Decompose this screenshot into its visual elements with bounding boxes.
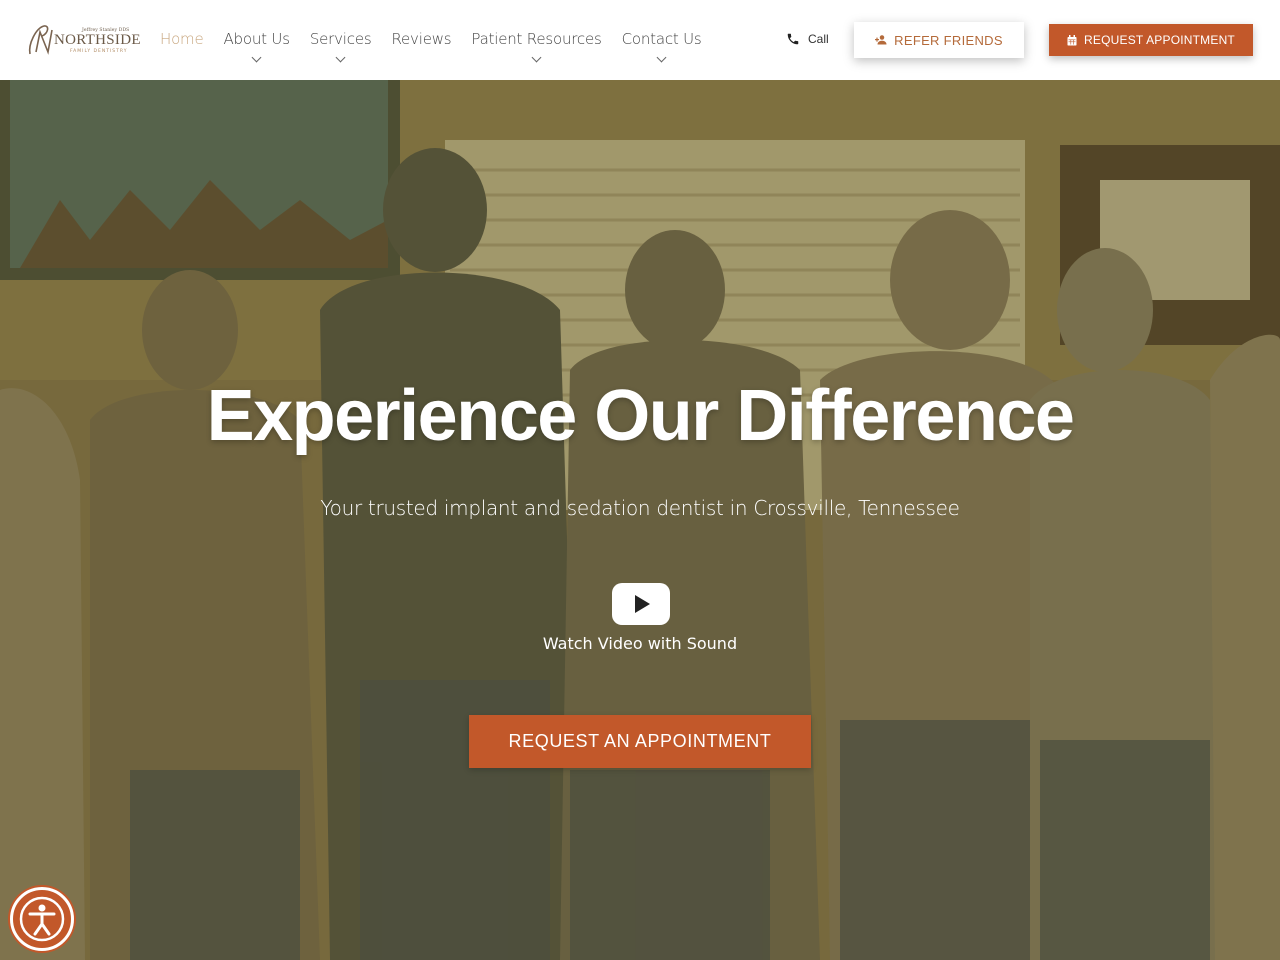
nav-item-label: Contact Us bbox=[621, 30, 702, 48]
hero-subtitle: Your trusted implant and sedation dentis… bbox=[320, 496, 960, 520]
chevron-down-icon[interactable] bbox=[335, 52, 346, 63]
nav-item-patient-resources[interactable]: Patient Resources bbox=[471, 30, 602, 63]
hero-color-overlay bbox=[0, 80, 1280, 960]
main-nav: Home About Us Services Reviews Patient R… bbox=[160, 30, 722, 63]
logo-monogram-icon bbox=[28, 25, 53, 55]
nav-item-label: About Us bbox=[223, 30, 291, 48]
hero-section: Experience Our Difference Your trusted i… bbox=[0, 80, 1280, 960]
refer-friends-label: REFER FRIENDS bbox=[894, 32, 1003, 48]
request-appointment-label: REQUEST APPOINTMENT bbox=[1084, 33, 1235, 47]
logo-practice-name: NORTHSIDE bbox=[54, 32, 141, 48]
nav-item-label: Services bbox=[309, 30, 372, 48]
nav-item-contact-us[interactable]: Contact Us bbox=[621, 30, 702, 63]
northside-logo[interactable]: Jeffrey Stanley DDS NORTHSIDE FAMILY DEN… bbox=[26, 22, 140, 60]
accessibility-icon bbox=[19, 896, 65, 942]
chevron-down-icon[interactable] bbox=[656, 52, 667, 63]
logo-tagline: FAMILY DENTISTRY bbox=[70, 49, 128, 54]
refer-friends-button[interactable]: REFER FRIENDS bbox=[854, 22, 1024, 58]
play-icon[interactable] bbox=[612, 583, 670, 625]
user-plus-icon bbox=[875, 35, 887, 45]
chevron-down-icon[interactable] bbox=[251, 52, 262, 63]
nav-item-services[interactable]: Services bbox=[309, 30, 372, 63]
chevron-down-icon[interactable] bbox=[531, 52, 542, 63]
site-header: Jeffrey Stanley DDS NORTHSIDE FAMILY DEN… bbox=[0, 0, 1280, 80]
nav-item-home[interactable]: Home bbox=[160, 30, 204, 61]
call-label: Call bbox=[808, 32, 829, 46]
request-an-appointment-button[interactable]: REQUEST AN APPOINTMENT bbox=[469, 715, 811, 768]
nav-item-reviews[interactable]: Reviews bbox=[391, 30, 451, 61]
hero-title: Experience Our Difference bbox=[206, 376, 1075, 456]
accessibility-button[interactable] bbox=[10, 887, 74, 951]
request-appointment-button[interactable]: REQUEST APPOINTMENT bbox=[1049, 24, 1253, 56]
nav-item-about-us[interactable]: About Us bbox=[223, 30, 291, 63]
phone-icon bbox=[787, 33, 799, 45]
nav-item-label: Patient Resources bbox=[471, 30, 602, 48]
calendar-icon bbox=[1067, 34, 1077, 45]
watch-video-link[interactable]: Watch Video with Sound bbox=[0, 634, 1280, 653]
nav-item-label: Reviews bbox=[391, 30, 452, 48]
nav-item-label: Home bbox=[160, 30, 204, 48]
call-button[interactable]: Call bbox=[786, 32, 829, 46]
